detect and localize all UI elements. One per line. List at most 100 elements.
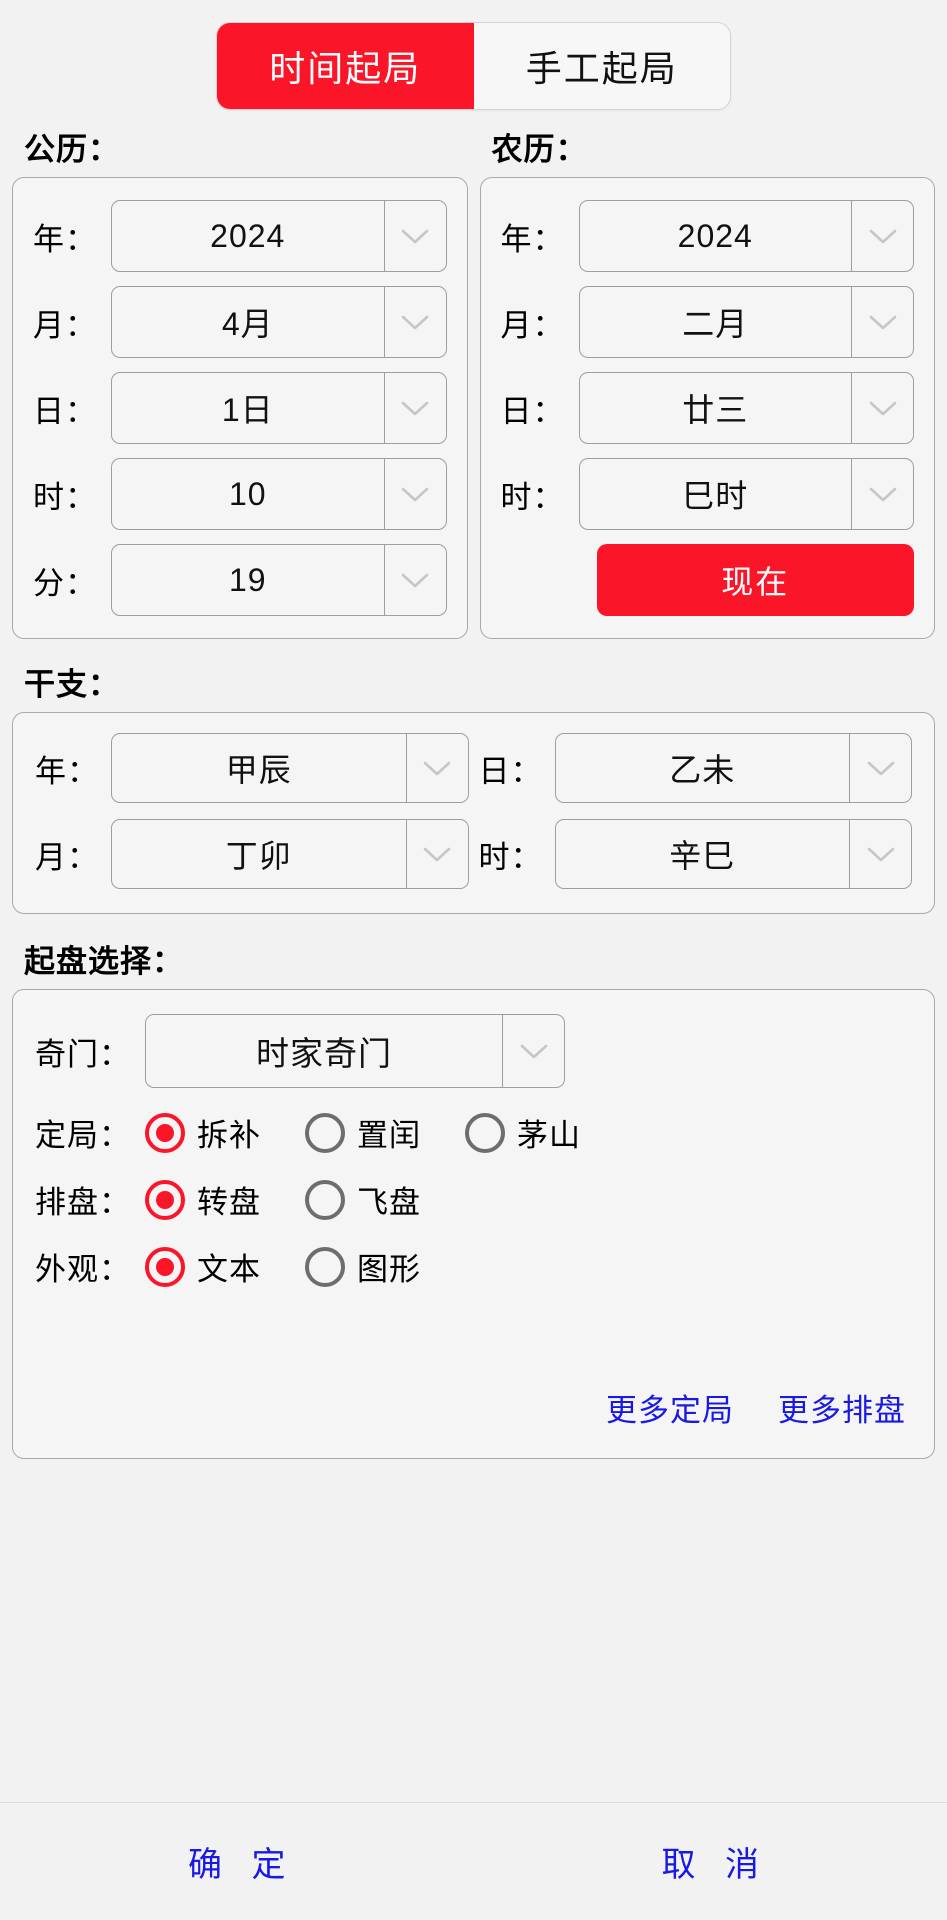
ganzhi-day-select[interactable]: 乙未: [554, 733, 912, 803]
radio-icon: [145, 1246, 185, 1287]
lunar-day-value: 廿三: [682, 392, 749, 428]
ganzhi-year-field: 年： 甲辰: [35, 733, 469, 803]
lunar-panel: 年： 2024 月： 二月 日： 廿三 时： 巳时 现在: [479, 177, 935, 639]
solar-minute-field: 分： 19: [33, 544, 447, 616]
dingju-option-chaibu[interactable]: 拆补: [145, 1110, 261, 1155]
tab-time-based-label: 时间起局: [269, 48, 422, 89]
ganzhi-row-1: 年： 甲辰 日： 乙未: [35, 733, 912, 803]
ganzhi-month-label: 月：: [35, 839, 99, 875]
chevron-down-icon: [851, 201, 913, 271]
paipan-radio-group: 排盘： 转盘 飞盘: [35, 1177, 912, 1222]
waiguan-option-wenben[interactable]: 文本: [145, 1244, 261, 1289]
dingju-option-maoshan[interactable]: 茅山: [465, 1110, 581, 1155]
solar-panel: 年： 2024 月： 4月 日： 1日 时： 10 分： 19: [12, 177, 468, 639]
lunar-month-label: 月：: [500, 307, 565, 343]
chevron-down-icon: [502, 1015, 564, 1087]
tab-time-based[interactable]: 时间起局: [217, 23, 474, 109]
dingju-option-zhirun-label: 置闰: [357, 1118, 421, 1153]
ganzhi-day-label: 日：: [478, 753, 543, 789]
dingju-label: 定局：: [35, 1118, 131, 1153]
dingju-option-chaibu-label: 拆补: [197, 1118, 261, 1153]
chevron-down-icon: [405, 734, 468, 802]
more-paipan-link[interactable]: 更多排盘: [778, 1385, 906, 1430]
solar-year-value: 2024: [210, 217, 286, 254]
solar-year-field: 年： 2024: [33, 200, 447, 272]
lunar-month-field: 月： 二月: [500, 286, 914, 358]
lunar-calendar-column: 农历： 年： 2024 月： 二月 日： 廿三 时： 巳时 现在: [479, 124, 935, 639]
lunar-hour-value: 巳时: [682, 478, 749, 514]
chevron-down-icon: [849, 820, 911, 888]
lunar-title: 农历：: [491, 132, 588, 167]
lunar-hour-label: 时：: [500, 479, 565, 515]
solar-hour-label: 时：: [33, 479, 97, 515]
solar-month-value: 4月: [221, 306, 274, 342]
solar-year-label: 年：: [33, 221, 97, 257]
solar-year-select[interactable]: 2024: [111, 200, 447, 272]
ganzhi-year-select[interactable]: 甲辰: [111, 733, 469, 803]
lunar-year-label: 年：: [500, 221, 565, 257]
chevron-down-icon: [851, 459, 913, 529]
ganzhi-year-value: 甲辰: [225, 752, 292, 788]
lunar-month-value: 二月: [682, 306, 749, 342]
confirm-button[interactable]: 确 定: [0, 1837, 474, 1886]
action-bar: 确 定 取 消: [0, 1802, 947, 1920]
radio-icon: [305, 1246, 345, 1287]
cancel-button[interactable]: 取 消: [474, 1837, 947, 1886]
solar-month-select[interactable]: 4月: [111, 286, 447, 358]
solar-month-label: 月：: [33, 307, 97, 343]
lunar-hour-select[interactable]: 巳时: [578, 458, 914, 530]
paipan-option-zhuanpan[interactable]: 转盘: [145, 1177, 261, 1222]
tab-manual[interactable]: 手工起局: [473, 23, 730, 109]
dingju-radio-group: 定局： 拆补 置闰 茅山: [35, 1110, 912, 1155]
plate-selection-section: 起盘选择： 奇门： 时家奇门 定局： 拆补 置闰 茅山 排盘： 转盘 飞盘 外观…: [0, 936, 947, 1459]
waiguan-label: 外观：: [35, 1252, 131, 1287]
solar-minute-value: 19: [228, 561, 267, 598]
qimen-setup-screen: 时间起局 手工起局 公历： 年： 2024 月： 4月 日： 1日 时： 10 …: [0, 0, 947, 1920]
solar-title: 公历：: [24, 132, 120, 167]
ganzhi-month-select[interactable]: 丁卯: [111, 819, 469, 889]
calendar-section: 公历： 年： 2024 月： 4月 日： 1日 时： 10 分： 19 农历： …: [0, 124, 947, 639]
waiguan-option-tuxing-label: 图形: [357, 1252, 421, 1287]
solar-day-label: 日：: [33, 393, 97, 429]
chevron-down-icon: [851, 287, 913, 357]
solar-hour-field: 时： 10: [33, 458, 447, 530]
solar-minute-label: 分：: [33, 565, 97, 601]
plate-panel: 奇门： 时家奇门 定局： 拆补 置闰 茅山 排盘： 转盘 飞盘 外观： 文本 图…: [12, 989, 935, 1459]
lunar-year-select[interactable]: 2024: [578, 200, 914, 272]
ganzhi-day-field: 日： 乙未: [478, 733, 912, 803]
qimen-type-select[interactable]: 时家奇门: [145, 1014, 565, 1088]
ganzhi-hour-label: 时：: [478, 839, 543, 875]
qimen-type-value: 时家奇门: [256, 1035, 392, 1072]
chevron-down-icon: [383, 287, 446, 357]
solar-minute-select[interactable]: 19: [111, 544, 447, 616]
chevron-down-icon: [405, 820, 468, 888]
more-dingju-link[interactable]: 更多定局: [606, 1385, 734, 1430]
now-button[interactable]: 现在: [596, 544, 914, 616]
qimen-type-field: 奇门： 时家奇门: [35, 1014, 912, 1088]
paipan-label: 排盘：: [35, 1185, 131, 1220]
paipan-option-feipan-label: 飞盘: [357, 1185, 421, 1220]
solar-day-select[interactable]: 1日: [111, 372, 447, 444]
plate-title: 起盘选择：: [24, 944, 184, 979]
chevron-down-icon: [383, 459, 446, 529]
paipan-option-feipan[interactable]: 飞盘: [305, 1177, 421, 1222]
ganzhi-row-2: 月： 丁卯 时： 辛巳: [35, 819, 912, 889]
tab-manual-label: 手工起局: [525, 48, 678, 89]
dingju-option-maoshan-label: 茅山: [517, 1118, 581, 1153]
lunar-year-field: 年： 2024: [500, 200, 914, 272]
ganzhi-title: 干支：: [24, 667, 120, 702]
lunar-hour-field: 时： 巳时: [500, 458, 914, 530]
ganzhi-hour-select[interactable]: 辛巳: [554, 819, 912, 889]
qimen-type-label: 奇门：: [35, 1036, 131, 1072]
lunar-day-label: 日：: [500, 393, 565, 429]
solar-hour-select[interactable]: 10: [111, 458, 447, 530]
lunar-year-value: 2024: [677, 217, 753, 254]
waiguan-option-tuxing[interactable]: 图形: [305, 1244, 421, 1289]
lunar-day-select[interactable]: 廿三: [578, 372, 914, 444]
ganzhi-hour-field: 时： 辛巳: [478, 819, 912, 889]
chevron-down-icon: [383, 545, 446, 615]
dingju-option-zhirun[interactable]: 置闰: [305, 1110, 421, 1155]
ganzhi-panel: 年： 甲辰 日： 乙未 月： 丁卯 时： 辛巳: [12, 712, 935, 914]
lunar-month-select[interactable]: 二月: [578, 286, 914, 358]
ganzhi-month-field: 月： 丁卯: [35, 819, 469, 889]
